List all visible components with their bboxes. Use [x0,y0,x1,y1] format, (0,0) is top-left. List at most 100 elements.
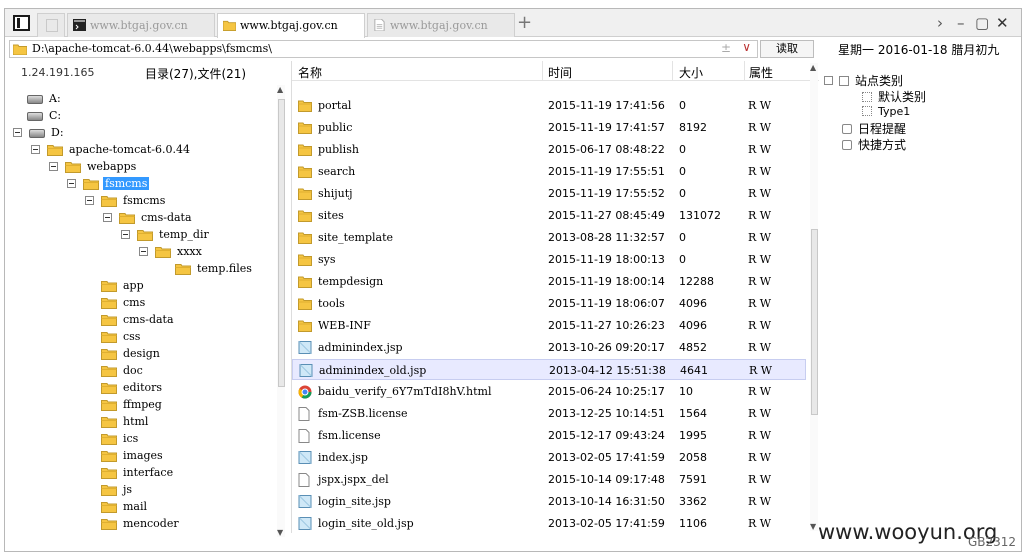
reminder-node[interactable]: 日程提醒 [842,120,906,137]
collapse-icon[interactable] [49,161,58,171]
file-row[interactable]: login_site.jsp 2013-10-14 16:31:50 3362 R W [292,491,806,512]
file-row[interactable]: login_site_old.jsp 2013-02-05 17:41:59 110… [292,513,806,533]
file-list: 名称 时间 大小 属性 portal 2015-11-19 17:41:56 0 R … [291,61,819,533]
type1-node[interactable]: Type1 [862,105,910,118]
close-button[interactable]: ✕ [996,13,1009,33]
file-row[interactable]: adminindex_old.jsp 2013-04-12 15:51:38 464… [292,359,806,380]
tree-folder-item[interactable]: cms-data [103,210,194,227]
collapse-icon[interactable] [85,195,94,205]
file-row[interactable]: fsm.license 2015-12-17 09:43:24 1995 R W [292,425,806,446]
tree-folder-item[interactable]: images [101,448,165,465]
scroll-up-icon[interactable]: ▲ [810,63,816,72]
tab-terminal[interactable]: www.btgaj.gov.cn [67,13,215,37]
tree-folder-item[interactable]: editors [101,380,164,397]
file-row[interactable]: WEB-INF 2015-11-27 10:26:23 4096 R W [292,315,806,336]
file-row[interactable]: search 2015-11-19 17:55:51 0 R W [292,161,806,182]
tree-folder-item[interactable]: mail [101,499,149,516]
tree-folder-item[interactable]: fsmcms [85,193,167,210]
new-tab-button[interactable]: + [517,13,532,33]
collapse-icon[interactable] [13,127,22,137]
tree-folder-item[interactable]: apache-tomcat-6.0.44 [31,142,192,159]
collapse-icon[interactable] [139,246,148,256]
file-attr: R W [748,231,772,244]
file-row[interactable]: adminindex.jsp 2013-10-26 09:20:17 4852 R W [292,337,806,358]
file-size: 0 [679,253,686,266]
tree-folder-item[interactable]: xxxx [139,244,204,261]
tree-folder-item[interactable]: doc [101,363,145,380]
file-attr: R W [748,495,772,508]
file-row[interactable]: fsm-ZSB.license 2013-12-25 10:14:51 1564 R … [292,403,806,424]
collapse-icon[interactable] [67,178,76,188]
tree-folder-item[interactable]: css [101,329,142,346]
file-attr: R W [748,341,772,354]
tree-folder-item[interactable]: temp_dir [121,227,211,244]
default-type-node[interactable]: 默认类别 [862,88,926,105]
column-attr[interactable]: 属性 [749,64,773,81]
tree-folder-item[interactable]: cms-data [101,312,176,329]
tree-folder-item[interactable]: ics [101,431,140,448]
tree-item-label: ics [123,432,139,445]
file-row[interactable]: tools 2015-11-19 18:06:07 4096 R W [292,293,806,314]
tab-file-manager[interactable]: www.btgaj.gov.cn [217,13,365,38]
scroll-down-icon[interactable]: ▼ [810,522,816,531]
column-time[interactable]: 时间 [548,64,572,81]
tree-folder-item[interactable]: app [101,278,146,295]
tree-drive-item[interactable]: D: [13,125,66,142]
file-list-scrollbar[interactable]: ▲ ▼ [810,63,818,531]
file-name: publish [318,143,359,156]
tree-scroll-thumb[interactable] [278,99,285,387]
tree-folder-item[interactable]: ffmpeg [101,397,164,414]
file-row[interactable]: jspx.jspx_del 2015-10-14 09:17:48 7591 R W [292,469,806,490]
tree-folder-item[interactable]: html [101,414,150,431]
file-row[interactable]: tempdesign 2015-11-19 18:00:14 12288 R W [292,271,806,292]
tree-drive-item[interactable]: A: [27,91,63,108]
tree-folder-item[interactable]: webapps [49,159,138,176]
collapse-icon[interactable] [31,144,40,154]
file-row[interactable]: baidu_verify_6Y7mTdI8hV.html 2015-06-24 1… [292,381,806,402]
file-row[interactable]: sites 2015-11-27 08:45:49 131072 R W [292,205,806,226]
folder-icon [101,501,117,513]
shortcut-node[interactable]: 快捷方式 [842,136,906,153]
tree-scrollbar[interactable]: ▲ ▼ [277,85,285,537]
file-row[interactable]: shijutj 2015-11-19 17:55:52 0 R W [292,183,806,204]
file-row[interactable]: index.jsp 2013-02-05 17:41:59 2058 R W [292,447,806,468]
tree-folder-item[interactable]: cms [101,295,147,312]
tree-folder-item[interactable]: js [101,482,134,499]
tree-drive-item[interactable]: C: [27,108,63,125]
collapse-icon[interactable] [824,76,833,85]
chevron-right-icon[interactable]: › [937,13,943,33]
collapse-icon[interactable] [103,212,112,222]
column-name[interactable]: 名称 [298,64,322,81]
file-row[interactable]: sys 2015-11-19 18:00:13 0 R W [292,249,806,270]
file-row[interactable]: publish 2015-06-17 08:48:22 0 R W [292,139,806,160]
tree-folder-item[interactable]: design [101,346,162,363]
path-input[interactable]: D:\apache-tomcat-6.0.44\webapps\fsmcms\ … [9,40,758,58]
blank-tab[interactable] [37,13,65,37]
folder-icon [298,187,312,200]
chevron-down-icon[interactable]: ∨ [742,40,751,54]
file-row[interactable]: site_template 2013-08-28 11:32:57 0 R W [292,227,806,248]
column-size[interactable]: 大小 [679,64,703,81]
tab-document[interactable]: www.btgaj.gov.cn [367,13,515,37]
plus-minus-icon[interactable]: ± [721,41,731,55]
tree-folder-item[interactable]: interface [101,465,175,482]
file-list-scroll-thumb[interactable] [811,229,818,415]
file-name: jspx.jspx_del [318,473,389,486]
file-size: 0 [679,99,686,112]
file-row[interactable]: portal 2015-11-19 17:41:56 0 R W [292,95,806,116]
sidebar-toggle-icon[interactable] [13,15,30,31]
site-types-node[interactable]: 站点类别 [824,72,903,89]
tree-folder-item[interactable]: fsmcms [67,176,150,193]
read-button[interactable]: 读取 [760,40,814,58]
collapse-icon[interactable] [121,229,130,239]
scroll-down-icon[interactable]: ▼ [277,528,283,537]
tree-folder-item[interactable]: temp.files [175,261,254,278]
maximize-button[interactable]: ▢ [975,13,989,33]
tree-folder-item[interactable]: mencoder [101,516,181,531]
folder-icon [175,263,191,275]
tree-item-label: mencoder [123,517,179,530]
scroll-up-icon[interactable]: ▲ [277,85,283,94]
file-row[interactable]: public 2015-11-19 17:41:57 8192 R W [292,117,806,138]
minimize-button[interactable]: – [957,13,965,33]
tab-label: www.btgaj.gov.cn [90,19,188,32]
